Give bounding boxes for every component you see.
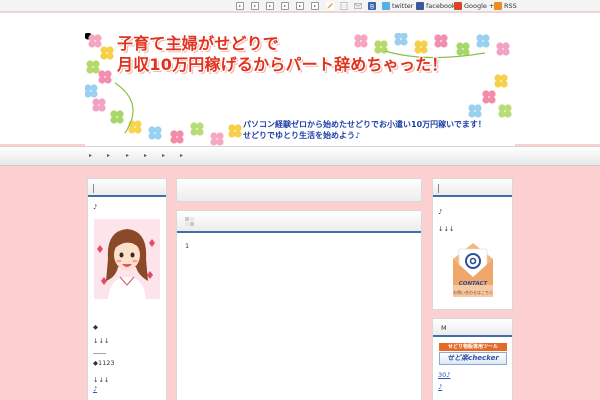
- right-sidebar-contact: ♪ ↓↓↓ CONTACT お問い合わせはこちら: [432, 178, 513, 310]
- twitter-label: twitter: [392, 2, 414, 10]
- contact-subtext: お問い合わせはこちら: [453, 290, 493, 295]
- toolbar-nav-button-1[interactable]: ▸: [236, 2, 244, 10]
- right-note-text: ♪: [438, 208, 443, 216]
- right-sidebar-link-2[interactable]: ♪: [438, 383, 442, 391]
- left-bullet-text: ◆: [93, 323, 98, 331]
- sedoraku-checker-banner[interactable]: せど楽checker: [439, 352, 507, 365]
- right-arrows-text: ↓↓↓: [438, 225, 455, 233]
- left-divider-text: ――: [93, 349, 106, 357]
- twitter-link[interactable]: twitter: [382, 1, 413, 11]
- right-sidebar-link-1[interactable]: 30♪: [438, 371, 450, 379]
- nav-item-4[interactable]: ▸: [144, 152, 147, 159]
- nav-item-6[interactable]: ▸: [180, 152, 183, 159]
- facebook-icon: [416, 2, 424, 10]
- twitter-icon: [382, 2, 390, 10]
- header-banner[interactable]: 子育て主婦がせどりで 月収10万円稼げるからパート辞めちゃった！ パソコン経験ゼ…: [85, 33, 515, 155]
- nav-item-1[interactable]: ▸: [89, 152, 92, 159]
- rss-icon: [494, 2, 502, 10]
- top-toolbar: ▸ ▸ ▸ ▸ ▸ ▸ B twitter facebook Google +1…: [0, 0, 600, 12]
- rss-link[interactable]: RSS: [494, 1, 517, 11]
- site-subtitle-line-1: パソコン経験ゼロから始めたせどりでお小遣い10万円稼いでます！: [243, 120, 486, 129]
- left-sidebar-link[interactable]: ♪: [93, 385, 97, 393]
- facebook-label: facebook: [426, 2, 456, 10]
- pencil-icon[interactable]: [326, 2, 334, 10]
- nav-item-3[interactable]: ▸: [126, 152, 129, 159]
- google-plus-icon: [454, 2, 462, 10]
- post-icon: [185, 217, 194, 226]
- toolbar-nav-button-2[interactable]: ▸: [251, 2, 259, 10]
- site-title: 子育て主婦がせどりで 月収10万円稼げるからパート辞めちゃった！: [117, 33, 447, 75]
- toolbar-nav-button-6[interactable]: ▸: [311, 2, 319, 10]
- author-avatar[interactable]: [94, 219, 160, 299]
- global-nav: ▸ ▸ ▸ ▸ ▸ ▸: [0, 146, 600, 166]
- left-arrows-text-1: ↓↓↓: [93, 337, 110, 345]
- google-plus-link[interactable]: Google +1: [454, 1, 499, 11]
- contact-button[interactable]: CONTACT お問い合わせはこちら: [449, 239, 497, 301]
- main-header-panel: [176, 178, 422, 202]
- facebook-link[interactable]: facebook: [416, 1, 456, 11]
- toolbar-nav-button-4[interactable]: ▸: [281, 2, 289, 10]
- left-sidebar-header: [88, 179, 166, 197]
- right-tools-title: M: [441, 324, 447, 332]
- left-note-text: ♪: [93, 203, 98, 211]
- avatar-illustration: [94, 219, 160, 299]
- main-post-panel: 1: [176, 210, 422, 400]
- site-subtitle: パソコン経験ゼロから始めたせどりでお小遣い10万円稼いでます！ せどりでゆとり生…: [243, 119, 486, 141]
- nav-item-5[interactable]: ▸: [162, 152, 165, 159]
- site-header: 子育て主婦がせどりで 月収10万円稼げるからパート辞めちゃった！ パソコン経験ゼ…: [0, 13, 600, 155]
- page-icon[interactable]: [340, 2, 348, 10]
- left-count-text: ◆1123: [93, 359, 115, 367]
- nav-item-2[interactable]: ▸: [107, 152, 110, 159]
- right-sidebar-tools: M せどり物販専用ツール せど楽checker 30♪ ♪: [432, 318, 513, 400]
- toolbar-nav-button-5[interactable]: ▸: [296, 2, 304, 10]
- tool-badge-label[interactable]: せどり物販専用ツール: [439, 343, 507, 351]
- post-header: [177, 211, 421, 233]
- contact-word: CONTACT: [458, 281, 488, 287]
- left-sidebar: ♪ ◆ ↓↓↓ ―― ◆1123 ↓↓↓ ♪: [87, 178, 167, 400]
- site-title-line-2: 月収10万円稼げるからパート辞めちゃった！: [117, 55, 448, 74]
- toolbar-nav-button-3[interactable]: ▸: [266, 2, 274, 10]
- right-tools-header: M: [433, 319, 512, 337]
- rss-label: RSS: [504, 2, 517, 10]
- site-title-line-1: 子育て主婦がせどりで: [117, 34, 280, 53]
- header-mark: [93, 184, 94, 193]
- left-arrows-text-2: ↓↓↓: [93, 376, 110, 384]
- site-subtitle-line-2: せどりでゆとり生活を始めよう♪: [243, 131, 361, 140]
- svg-text:B: B: [370, 3, 374, 10]
- mail-icon[interactable]: [354, 2, 362, 10]
- right-sidebar-header: [433, 179, 512, 197]
- post-body-text: 1: [185, 242, 190, 250]
- bookmark-icon[interactable]: B: [368, 2, 376, 10]
- header-mark: [438, 184, 439, 193]
